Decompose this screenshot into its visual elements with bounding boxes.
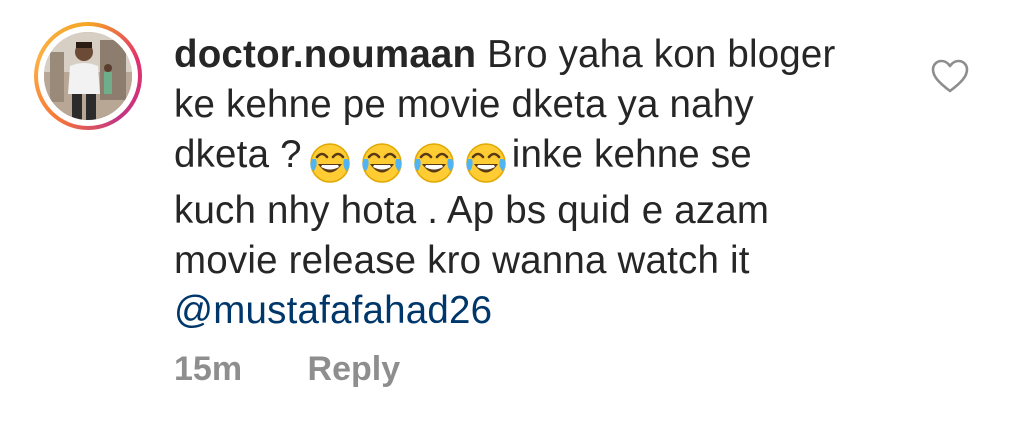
comment-text-line-4: inke kehne se — [511, 133, 752, 176]
comment-text-line-3: dketa ? — [174, 133, 302, 176]
face-with-tears-of-joy-icon — [464, 141, 508, 185]
comment-text-line-2: ke kehne pe movie dketa ya nahy — [174, 83, 754, 126]
comment-text-line-5: kuch nhy hota . Ap bs quid e azam — [174, 189, 770, 232]
comment-text-line-6: movie release kro wanna watch it — [174, 239, 750, 282]
heart-outline-icon[interactable] — [930, 58, 970, 94]
reply-button[interactable]: Reply — [308, 350, 401, 388]
face-with-tears-of-joy-icon — [412, 141, 456, 185]
face-with-tears-of-joy-icon — [360, 141, 404, 185]
comment-meta: 15m Reply — [174, 350, 400, 389]
mention-link[interactable]: @mustafafahad26 — [174, 289, 492, 332]
avatar[interactable] — [44, 32, 132, 120]
comment-text-line-1: Bro yaha kon bloger — [487, 33, 836, 76]
face-with-tears-of-joy-icon — [308, 141, 352, 185]
comment-body: doctor.noumaan Bro yaha kon bloger ke ke… — [174, 30, 874, 336]
story-ring[interactable] — [34, 22, 142, 130]
comment-username[interactable]: doctor.noumaan — [174, 33, 476, 76]
avatar-photo — [44, 32, 132, 120]
comment-timestamp: 15m — [174, 350, 243, 388]
emoji-group — [308, 136, 508, 186]
comment-item: doctor.noumaan Bro yaha kon bloger ke ke… — [0, 0, 1024, 424]
